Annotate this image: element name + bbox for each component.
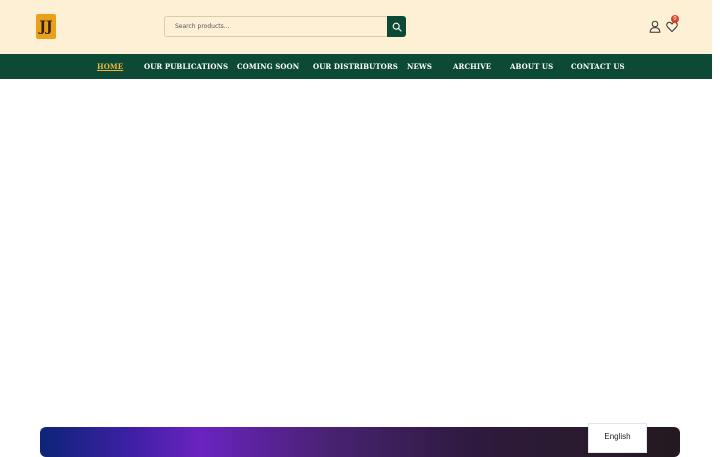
nav-archive[interactable]: ARCHIVE [453, 54, 491, 79]
nav-news[interactable]: NEWS [407, 54, 432, 79]
search-icon [392, 22, 402, 32]
site-logo[interactable]: JJ [36, 14, 56, 39]
search-button[interactable] [387, 16, 406, 37]
wishlist-count-badge: 0 [671, 15, 679, 23]
main-nav: HOME OUR PUBLICATIONS COMING SOON OUR DI… [0, 54, 712, 79]
header-bar: JJ 0 [0, 0, 712, 54]
logo-mark: JJ [39, 18, 53, 35]
nav-home[interactable]: HOME [97, 54, 123, 79]
nav-about-us[interactable]: ABOUT US [510, 54, 553, 79]
search-bar [164, 16, 406, 37]
hero-banner [40, 427, 680, 457]
language-selector[interactable]: English [588, 423, 647, 453]
nav-our-publications[interactable]: OUR PUBLICATIONS [144, 54, 228, 79]
nav-coming-soon[interactable]: COMING SOON [237, 54, 299, 79]
nav-our-distributors[interactable]: OUR DISTRIBUTORS [313, 54, 398, 79]
nav-contact-us[interactable]: CONTACT US [571, 54, 625, 79]
search-input[interactable] [165, 17, 387, 36]
user-icon[interactable] [649, 20, 661, 33]
